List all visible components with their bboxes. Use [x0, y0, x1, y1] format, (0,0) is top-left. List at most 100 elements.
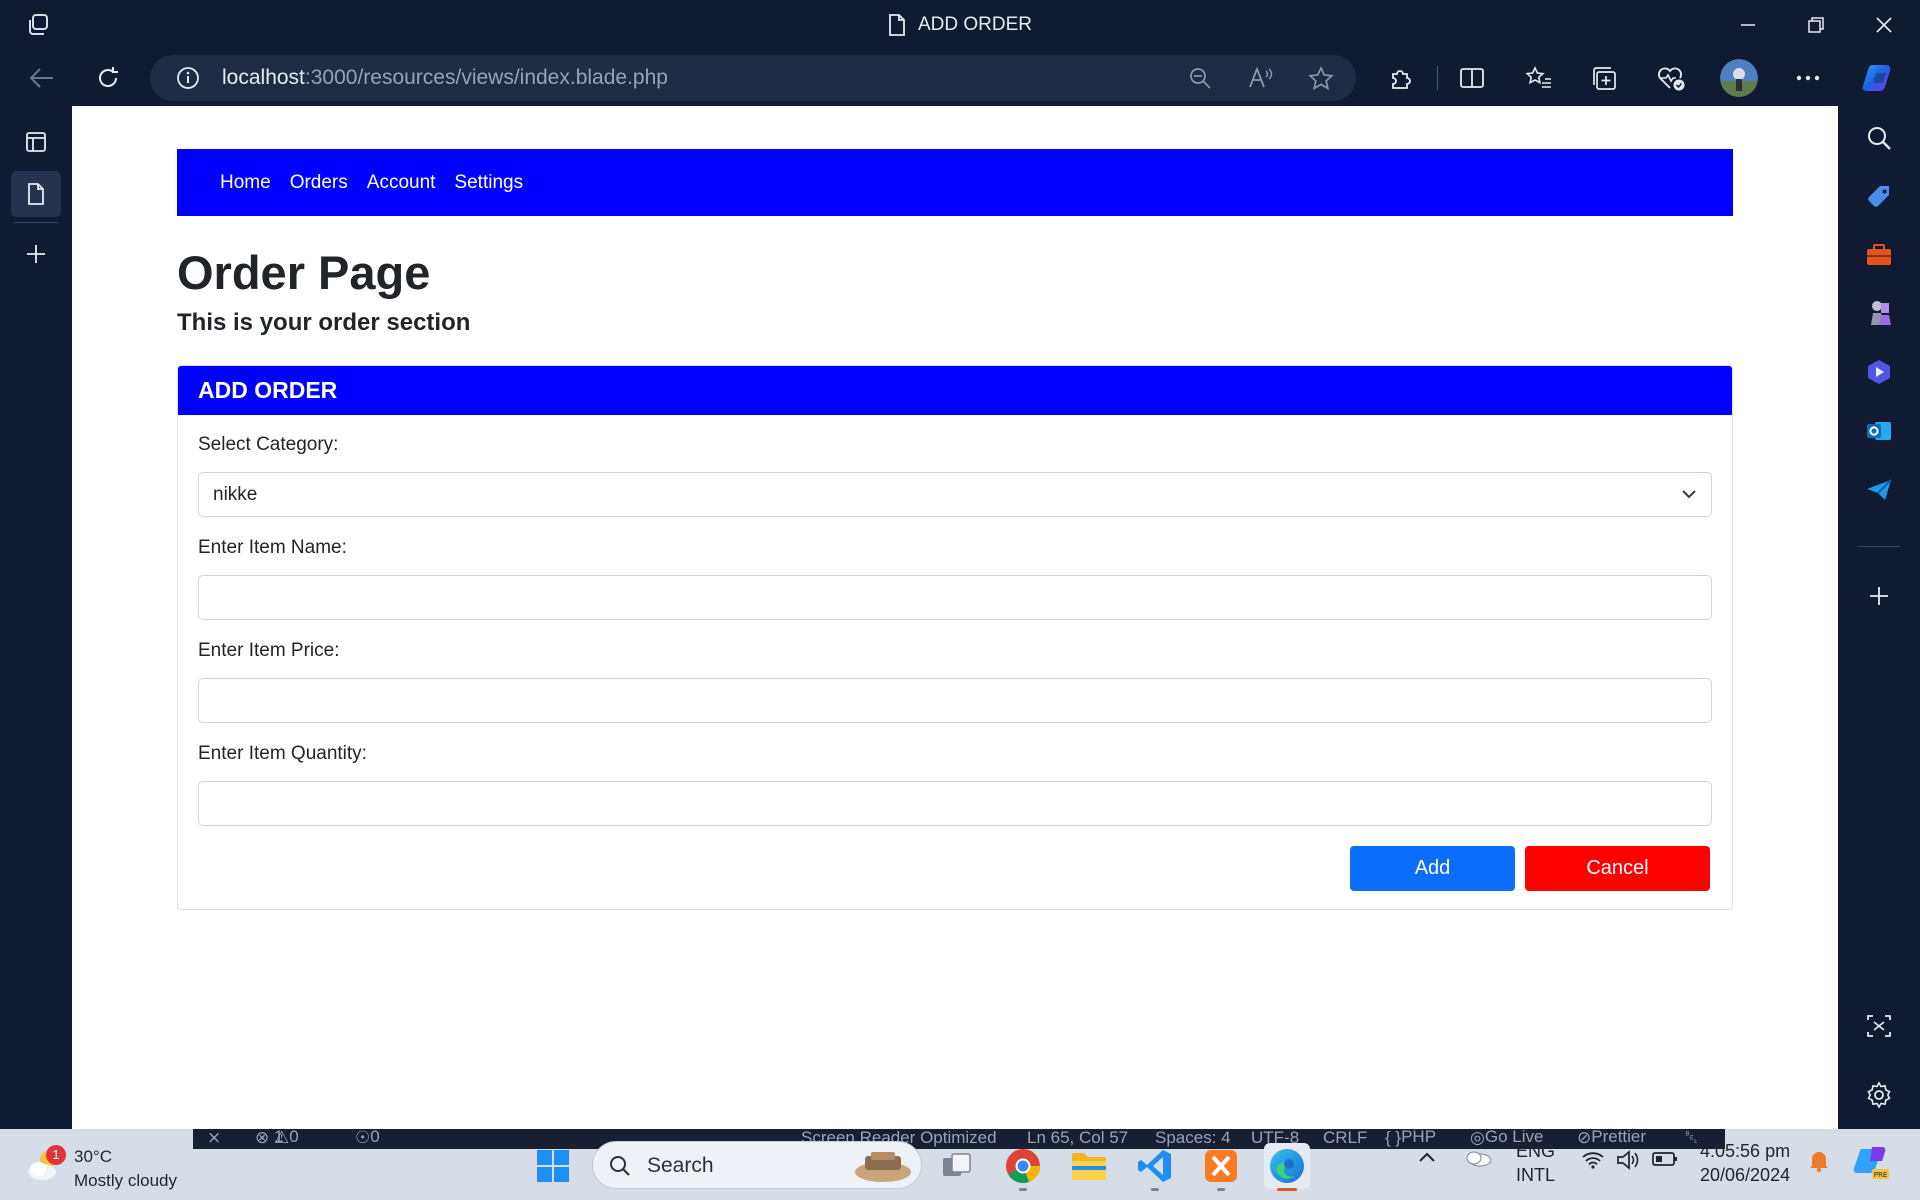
refresh-button[interactable]: [90, 60, 126, 96]
item-price-input[interactable]: [198, 678, 1712, 723]
battery-icon[interactable]: [1652, 1150, 1678, 1168]
notifications-bell-icon[interactable]: ␇: [1685, 1129, 1699, 1148]
microsoft-365-icon[interactable]: [1858, 351, 1900, 393]
ports-indicator[interactable]: ☉ 0: [355, 1129, 380, 1148]
window-title-text: ADD ORDER: [917, 14, 1032, 35]
edge-active-indicator: [1277, 1188, 1297, 1191]
split-screen-button[interactable]: [1454, 60, 1490, 96]
category-select[interactable]: nikke: [198, 472, 1712, 517]
eol-status[interactable]: CRLF: [1323, 1129, 1367, 1148]
xampp-icon[interactable]: [1198, 1143, 1244, 1189]
category-label: Select Category:: [198, 434, 339, 455]
item-name-label: Enter Item Name:: [198, 537, 347, 558]
back-button[interactable]: [24, 60, 60, 96]
tab-actions-button[interactable]: [11, 119, 61, 165]
tabs-divider: [14, 222, 58, 223]
file-explorer-icon[interactable]: [1066, 1143, 1112, 1189]
copilot-preview-icon[interactable]: PRE: [1852, 1143, 1890, 1181]
close-window-button[interactable]: [1866, 10, 1902, 40]
address-bar[interactable]: localhost:3000/resources/views/index.bla…: [150, 55, 1356, 101]
language-mode[interactable]: { } PHP: [1385, 1129, 1436, 1148]
weather-desc: Mostly cloudy: [74, 1171, 177, 1190]
taskbar-search[interactable]: Search: [592, 1141, 922, 1189]
title-bar: ADD ORDER: [0, 0, 1920, 50]
notification-bell-icon[interactable]: [1808, 1149, 1830, 1173]
nav-settings-link[interactable]: Settings: [454, 172, 523, 194]
go-live-button[interactable]: ◎ Go Live: [1470, 1129, 1543, 1148]
url-path: :3000/resources/views/index.blade.php: [304, 66, 668, 89]
remote-icon[interactable]: ⨯: [207, 1129, 221, 1148]
profile-avatar[interactable]: [1720, 59, 1758, 97]
show-hidden-icons-chevron-up-icon[interactable]: [1418, 1151, 1436, 1163]
clock-date: 20/06/2024: [1700, 1165, 1791, 1185]
svg-text:PRE: PRE: [1874, 1171, 1888, 1179]
onedrive-cloud-icon[interactable]: [1464, 1149, 1492, 1167]
favorites-button[interactable]: [1521, 60, 1557, 96]
chrome-icon[interactable]: [1000, 1143, 1046, 1189]
minimize-button[interactable]: [1730, 10, 1766, 40]
nav-orders-link[interactable]: Orders: [290, 172, 348, 194]
edge-browser-icon[interactable]: [1264, 1143, 1310, 1189]
toolbar-divider: [1437, 66, 1438, 90]
games-chess-icon[interactable]: [1858, 292, 1900, 334]
wifi-icon[interactable]: [1582, 1151, 1604, 1169]
problems-indicator[interactable]: ⊗ 1 ⚠ 0: [255, 1129, 299, 1148]
vscode-icon[interactable]: [1132, 1143, 1178, 1189]
error-count: 1: [273, 1129, 284, 1146]
add-button[interactable]: Add: [1350, 846, 1515, 891]
shopping-tag-icon[interactable]: [1858, 176, 1900, 218]
windows-taskbar: ⨯ ⊗ 1 ⚠ 0 ☉ 0 Screen Reader Optimized Ln…: [0, 1129, 1920, 1200]
system-clock[interactable]: 4:05:56 pm 20/06/2024: [1700, 1139, 1790, 1187]
item-quantity-input[interactable]: [198, 781, 1712, 826]
zoom-out-icon[interactable]: [1188, 66, 1212, 90]
url-host: localhost: [222, 66, 305, 89]
weather-widget[interactable]: 1 30°C Mostly cloudy: [24, 1145, 177, 1193]
tools-briefcase-icon[interactable]: [1858, 234, 1900, 276]
warning-count: 0: [289, 1129, 299, 1146]
extensions-button[interactable]: [1383, 60, 1419, 96]
drop-send-icon[interactable]: [1858, 469, 1900, 511]
add-order-card: ADD ORDER Select Category: nikke Enter I…: [177, 365, 1733, 910]
page-title: Order Page: [177, 246, 431, 299]
favorite-star-icon[interactable]: [1308, 66, 1334, 91]
more-menu-icon[interactable]: [1790, 60, 1826, 96]
nav-home-link[interactable]: Home: [220, 172, 271, 194]
url-text[interactable]: localhost:3000/resources/views/index.bla…: [222, 55, 668, 101]
collections-button[interactable]: [1587, 60, 1623, 96]
browser-essentials-button[interactable]: [1653, 60, 1689, 96]
volume-icon[interactable]: [1616, 1149, 1640, 1171]
copilot-icon[interactable]: [1860, 58, 1900, 98]
language-indicator[interactable]: ENG INTL: [1516, 1139, 1555, 1187]
sidebar-search-icon[interactable]: [1858, 117, 1900, 159]
weather-text: 30°C Mostly cloudy: [74, 1145, 177, 1193]
read-aloud-icon[interactable]: [1248, 66, 1274, 90]
top-navbar: Home Orders Account Settings: [177, 149, 1733, 216]
site-info-icon[interactable]: [176, 66, 200, 90]
vscode-running-indicator: [1151, 1188, 1159, 1191]
prettier-status[interactable]: ⊘ Prettier: [1577, 1129, 1646, 1148]
edge-sidebar: [1838, 106, 1920, 1129]
add-sidebar-app-icon[interactable]: [1858, 575, 1900, 617]
new-tab-button[interactable]: [11, 231, 61, 277]
clock-time: 4:05:56 pm: [1700, 1141, 1791, 1161]
item-name-input[interactable]: [198, 575, 1712, 620]
task-view-icon[interactable]: [934, 1143, 980, 1189]
nav-account-link[interactable]: Account: [367, 172, 436, 194]
cancel-button[interactable]: Cancel: [1525, 846, 1710, 891]
ports-count: 0: [370, 1129, 380, 1146]
restore-button[interactable]: [1798, 10, 1834, 40]
weather-badge: 1: [46, 1145, 66, 1165]
windows-start-icon[interactable]: [530, 1143, 576, 1189]
taskbar-search-icon: [609, 1155, 631, 1177]
vertical-tabs-bar: [0, 106, 72, 1129]
language-bottom: INTL: [1516, 1165, 1556, 1185]
window-title: ADD ORDER: [0, 0, 1920, 50]
taskbar-search-label: Search: [647, 1154, 714, 1177]
chrome-running-indicator: [1019, 1188, 1027, 1191]
sidebar-settings-gear-icon[interactable]: [1858, 1074, 1900, 1116]
tab-add-order[interactable]: [11, 171, 61, 217]
screenshot-capture-icon[interactable]: [1858, 1005, 1900, 1047]
outlook-icon[interactable]: [1858, 410, 1900, 452]
page-document-icon: [888, 14, 906, 36]
web-page: Home Orders Account Settings Order Page …: [72, 106, 1838, 1129]
